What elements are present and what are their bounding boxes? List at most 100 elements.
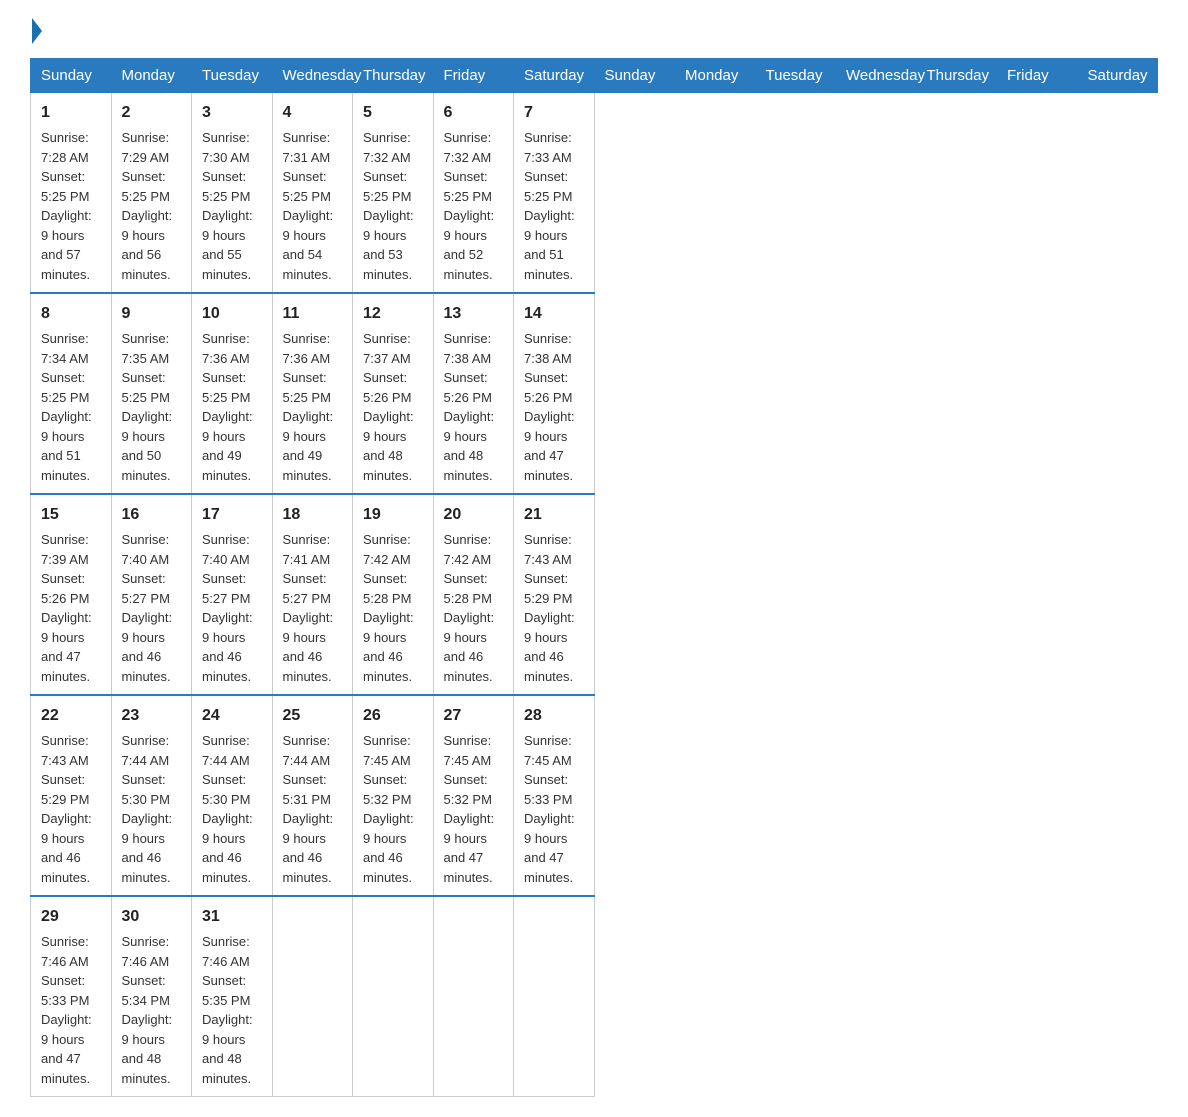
day-info: Sunrise: 7:36 AMSunset: 5:25 PMDaylight:… <box>202 331 253 483</box>
calendar-cell: 11Sunrise: 7:36 AMSunset: 5:25 PMDayligh… <box>272 293 353 494</box>
column-header-thursday: Thursday <box>353 59 434 93</box>
calendar-cell: 8Sunrise: 7:34 AMSunset: 5:25 PMDaylight… <box>31 293 112 494</box>
day-info: Sunrise: 7:44 AMSunset: 5:31 PMDaylight:… <box>283 733 334 885</box>
column-header-friday: Friday <box>997 59 1078 93</box>
day-info: Sunrise: 7:46 AMSunset: 5:33 PMDaylight:… <box>41 934 92 1086</box>
calendar-cell: 25 Sunrise: 7:44 AMSunset: 5:31 PMDayligh… <box>272 695 353 896</box>
calendar-cell: 4 Sunrise: 7:31 AMSunset: 5:25 PMDaylight… <box>272 93 353 294</box>
calendar-cell: 27 Sunrise: 7:45 AMSunset: 5:32 PMDayligh… <box>433 695 514 896</box>
day-number: 6 <box>444 101 504 125</box>
calendar-cell: 28 Sunrise: 7:45 AMSunset: 5:33 PMDayligh… <box>514 695 595 896</box>
day-number: 1 <box>41 101 101 125</box>
column-header-monday: Monday <box>111 59 192 93</box>
calendar-cell: 13 Sunrise: 7:38 AMSunset: 5:26 PMDayligh… <box>433 293 514 494</box>
column-header-saturday: Saturday <box>1077 59 1158 93</box>
day-info: Sunrise: 7:38 AMSunset: 5:26 PMDaylight:… <box>444 331 495 483</box>
day-info: Sunrise: 7:33 AMSunset: 5:25 PMDaylight:… <box>524 130 575 282</box>
day-number: 24 <box>202 704 262 728</box>
day-info: Sunrise: 7:30 AMSunset: 5:25 PMDaylight:… <box>202 130 253 282</box>
day-number: 17 <box>202 503 262 527</box>
day-info: Sunrise: 7:39 AMSunset: 5:26 PMDaylight:… <box>41 532 92 684</box>
day-number: 3 <box>202 101 262 125</box>
day-number: 2 <box>122 101 182 125</box>
calendar-cell: 17Sunrise: 7:40 AMSunset: 5:27 PMDayligh… <box>192 494 273 695</box>
calendar-cell: 1 Sunrise: 7:28 AMSunset: 5:25 PMDaylight… <box>31 93 112 294</box>
column-header-sunday: Sunday <box>594 59 675 93</box>
calendar-cell: 6 Sunrise: 7:32 AMSunset: 5:25 PMDaylight… <box>433 93 514 294</box>
day-number: 21 <box>524 503 584 527</box>
day-info: Sunrise: 7:46 AMSunset: 5:34 PMDaylight:… <box>122 934 173 1086</box>
column-header-tuesday: Tuesday <box>755 59 836 93</box>
week-row-5: 29 Sunrise: 7:46 AMSunset: 5:33 PMDayligh… <box>31 896 1158 1097</box>
calendar-cell: 10 Sunrise: 7:36 AMSunset: 5:25 PMDayligh… <box>192 293 273 494</box>
calendar-cell: 5 Sunrise: 7:32 AMSunset: 5:25 PMDaylight… <box>353 93 434 294</box>
day-info: Sunrise: 7:32 AMSunset: 5:25 PMDaylight:… <box>444 130 495 282</box>
calendar-cell: 3 Sunrise: 7:30 AMSunset: 5:25 PMDaylight… <box>192 93 273 294</box>
calendar-cell: 30 Sunrise: 7:46 AMSunset: 5:34 PMDayligh… <box>111 896 192 1097</box>
day-number: 18 <box>283 503 343 527</box>
page-header <box>30 20 1158 40</box>
day-number: 30 <box>122 905 182 929</box>
week-row-1: 1 Sunrise: 7:28 AMSunset: 5:25 PMDaylight… <box>31 93 1158 294</box>
column-header-monday: Monday <box>675 59 756 93</box>
day-info: Sunrise: 7:31 AMSunset: 5:25 PMDaylight:… <box>283 130 334 282</box>
day-info: Sunrise: 7:40 AMSunset: 5:27 PMDaylight:… <box>122 532 173 684</box>
day-number: 15 <box>41 503 101 527</box>
day-number: 23 <box>122 704 182 728</box>
day-info: Sunrise: 7:45 AMSunset: 5:32 PMDaylight:… <box>444 733 495 885</box>
column-header-friday: Friday <box>433 59 514 93</box>
column-header-thursday: Thursday <box>916 59 997 93</box>
day-number: 9 <box>122 302 182 326</box>
calendar-cell: 14Sunrise: 7:38 AMSunset: 5:26 PMDayligh… <box>514 293 595 494</box>
column-header-wednesday: Wednesday <box>836 59 917 93</box>
day-number: 22 <box>41 704 101 728</box>
day-info: Sunrise: 7:42 AMSunset: 5:28 PMDaylight:… <box>444 532 495 684</box>
day-number: 31 <box>202 905 262 929</box>
header-row: SundayMondayTuesdayWednesdayThursdayFrid… <box>31 59 1158 93</box>
day-info: Sunrise: 7:35 AMSunset: 5:25 PMDaylight:… <box>122 331 173 483</box>
calendar-cell: 22 Sunrise: 7:43 AMSunset: 5:29 PMDayligh… <box>31 695 112 896</box>
day-number: 20 <box>444 503 504 527</box>
day-info: Sunrise: 7:46 AMSunset: 5:35 PMDaylight:… <box>202 934 253 1086</box>
day-number: 12 <box>363 302 423 326</box>
day-info: Sunrise: 7:45 AMSunset: 5:32 PMDaylight:… <box>363 733 414 885</box>
column-header-saturday: Saturday <box>514 59 595 93</box>
calendar-cell: 18 Sunrise: 7:41 AMSunset: 5:27 PMDayligh… <box>272 494 353 695</box>
logo <box>30 20 42 40</box>
day-info: Sunrise: 7:41 AMSunset: 5:27 PMDaylight:… <box>283 532 334 684</box>
calendar-cell: 20 Sunrise: 7:42 AMSunset: 5:28 PMDayligh… <box>433 494 514 695</box>
column-header-sunday: Sunday <box>31 59 112 93</box>
day-number: 28 <box>524 704 584 728</box>
day-number: 16 <box>122 503 182 527</box>
calendar-cell <box>272 896 353 1097</box>
logo-arrow-icon <box>32 18 42 44</box>
day-info: Sunrise: 7:44 AMSunset: 5:30 PMDaylight:… <box>122 733 173 885</box>
day-info: Sunrise: 7:43 AMSunset: 5:29 PMDaylight:… <box>41 733 92 885</box>
day-number: 11 <box>283 302 343 326</box>
day-info: Sunrise: 7:45 AMSunset: 5:33 PMDaylight:… <box>524 733 575 885</box>
day-number: 26 <box>363 704 423 728</box>
calendar-cell <box>514 896 595 1097</box>
calendar-cell <box>353 896 434 1097</box>
column-header-wednesday: Wednesday <box>272 59 353 93</box>
column-header-tuesday: Tuesday <box>192 59 273 93</box>
day-number: 10 <box>202 302 262 326</box>
week-row-2: 8Sunrise: 7:34 AMSunset: 5:25 PMDaylight… <box>31 293 1158 494</box>
day-number: 4 <box>283 101 343 125</box>
week-row-3: 15 Sunrise: 7:39 AMSunset: 5:26 PMDayligh… <box>31 494 1158 695</box>
calendar-cell: 12Sunrise: 7:37 AMSunset: 5:26 PMDayligh… <box>353 293 434 494</box>
calendar-cell: 29 Sunrise: 7:46 AMSunset: 5:33 PMDayligh… <box>31 896 112 1097</box>
day-number: 8 <box>41 302 101 326</box>
day-info: Sunrise: 7:28 AMSunset: 5:25 PMDaylight:… <box>41 130 92 282</box>
day-number: 25 <box>283 704 343 728</box>
day-info: Sunrise: 7:42 AMSunset: 5:28 PMDaylight:… <box>363 532 414 684</box>
day-number: 27 <box>444 704 504 728</box>
week-row-4: 22 Sunrise: 7:43 AMSunset: 5:29 PMDayligh… <box>31 695 1158 896</box>
calendar-cell: 26 Sunrise: 7:45 AMSunset: 5:32 PMDayligh… <box>353 695 434 896</box>
calendar-cell: 31 Sunrise: 7:46 AMSunset: 5:35 PMDayligh… <box>192 896 273 1097</box>
day-number: 5 <box>363 101 423 125</box>
day-number: 13 <box>444 302 504 326</box>
day-number: 29 <box>41 905 101 929</box>
day-info: Sunrise: 7:32 AMSunset: 5:25 PMDaylight:… <box>363 130 414 282</box>
day-info: Sunrise: 7:44 AMSunset: 5:30 PMDaylight:… <box>202 733 253 885</box>
